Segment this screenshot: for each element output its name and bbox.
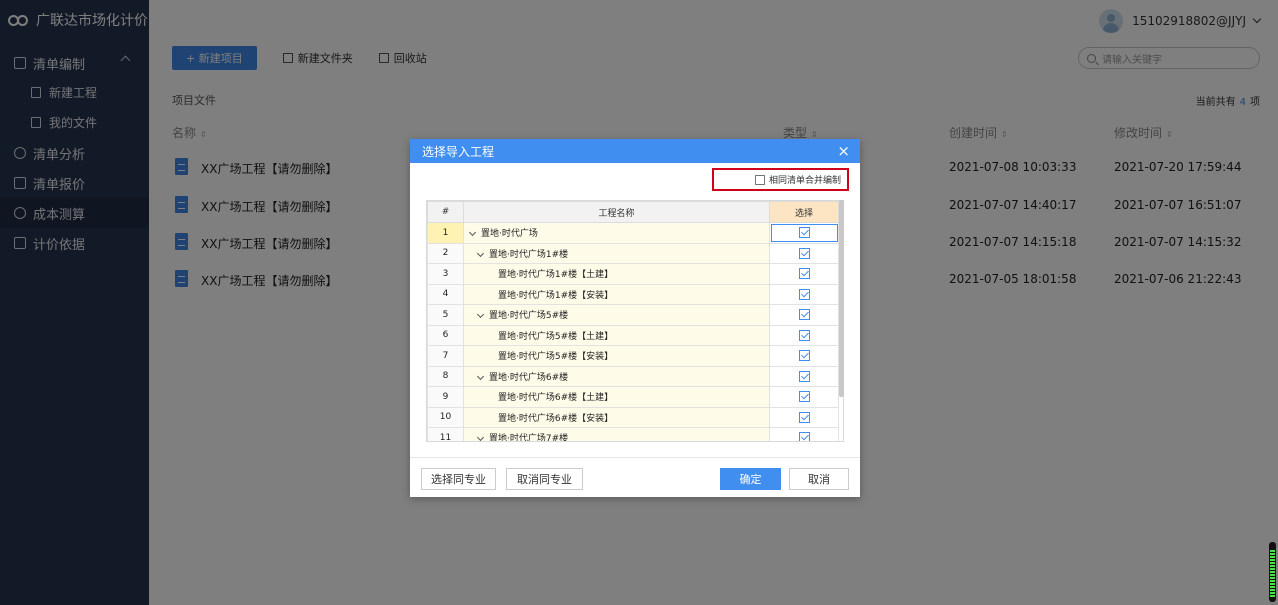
row-select-cell[interactable] [769, 283, 839, 305]
dialog-title: 选择导入工程 [422, 144, 495, 159]
merge-label: 相同清单合并编制 [768, 176, 841, 186]
row-number: 7 [427, 345, 464, 367]
row-number: 9 [427, 386, 464, 408]
merge-checkbox[interactable] [754, 174, 765, 185]
close-icon[interactable]: × [837, 142, 850, 160]
dialog-header: 选择导入工程 × [410, 139, 860, 163]
tree-row[interactable]: 11 置地·时代广场7#楼 [427, 427, 839, 442]
row-number: 4 [427, 283, 464, 305]
row-select-cell[interactable] [769, 345, 839, 367]
row-project-name[interactable]: 置地·时代广场 [463, 222, 770, 244]
checkbox-checked-icon[interactable] [798, 309, 810, 321]
project-name: 置地·时代广场6#楼【土建】 [498, 393, 614, 404]
column-header-project-name: 工程名称 [463, 201, 770, 223]
dialog-footer: 选择同专业 取消同专业 确定 取消 [410, 457, 860, 497]
chevron-down-icon[interactable] [476, 311, 485, 319]
row-number: 10 [427, 406, 464, 428]
chevron-down-icon[interactable] [468, 229, 477, 237]
project-name: 置地·时代广场1#楼【安装】 [498, 290, 614, 301]
chevron-down-icon[interactable] [476, 249, 485, 257]
tree-row[interactable]: 9 置地·时代广场6#楼【土建】 [427, 386, 839, 408]
checkbox-checked-icon[interactable] [798, 391, 810, 403]
tree-row[interactable]: 2 置地·时代广场1#楼 [427, 242, 839, 264]
row-number: 8 [427, 365, 464, 387]
checkbox-checked-icon[interactable] [798, 350, 810, 362]
merge-same-list-option[interactable]: 相同清单合并编制 [712, 168, 849, 191]
vertical-scrollbar[interactable] [839, 200, 844, 397]
checkbox-checked-icon[interactable] [798, 370, 810, 382]
row-project-name[interactable]: 置地·时代广场1#楼【土建】 [463, 263, 770, 285]
row-project-name[interactable]: 置地·时代广场6#楼【土建】 [463, 386, 770, 408]
checkbox-checked-icon[interactable] [798, 247, 810, 259]
checkbox-checked-icon[interactable] [798, 268, 810, 280]
row-number: 11 [427, 427, 464, 441]
cancel-same-discipline-button[interactable]: 取消同专业 [506, 468, 583, 490]
column-header-select[interactable]: 选择 [769, 201, 839, 223]
tree-row[interactable]: 6 置地·时代广场5#楼【土建】 [427, 324, 839, 346]
checkbox-checked-icon[interactable] [798, 329, 810, 341]
row-project-name[interactable]: 置地·时代广场6#楼【安装】 [463, 406, 770, 428]
row-number: 3 [427, 263, 464, 285]
row-select-cell[interactable] [769, 304, 839, 326]
row-project-name[interactable]: 置地·时代广场1#楼 [463, 242, 770, 264]
project-name: 置地·时代广场5#楼【安装】 [498, 352, 614, 363]
project-name: 置地·时代广场1#楼 [489, 249, 569, 260]
project-name: 置地·时代广场5#楼【土建】 [498, 331, 614, 342]
row-number: 6 [427, 324, 464, 346]
tree-row[interactable]: 1 置地·时代广场 [427, 222, 839, 244]
tree-row[interactable]: 10 置地·时代广场6#楼【安装】 [427, 406, 839, 428]
checkbox-checked-icon[interactable] [798, 227, 810, 239]
project-name: 置地·时代广场5#楼 [489, 311, 569, 322]
row-select-cell[interactable] [769, 406, 839, 428]
row-number: 2 [427, 242, 464, 264]
tree-row[interactable]: 5 置地·时代广场5#楼 [427, 304, 839, 326]
row-project-name[interactable]: 置地·时代广场5#楼【土建】 [463, 324, 770, 346]
project-tree-table: # 工程名称 选择 1 置地·时代广场 2 置地·时代广场1#楼 3 置地·时代广场1#楼… [426, 200, 844, 442]
project-name: 置地·时代广场1#楼【土建】 [498, 270, 614, 281]
project-name: 置地·时代广场7#楼 [489, 434, 569, 442]
checkbox-checked-icon[interactable] [798, 411, 810, 423]
import-project-dialog: 选择导入工程 × 相同清单合并编制 # 工程名称 选择 1 置地·时代广场 2 置地·… [410, 139, 860, 497]
chevron-down-icon[interactable] [476, 372, 485, 380]
chevron-down-icon[interactable] [476, 434, 485, 441]
checkbox-checked-icon[interactable] [798, 432, 810, 441]
row-select-cell[interactable] [769, 386, 839, 408]
row-number: 1 [427, 222, 464, 244]
project-name: 置地·时代广场6#楼 [489, 372, 569, 383]
tree-row[interactable]: 3 置地·时代广场1#楼【土建】 [427, 263, 839, 285]
select-same-discipline-button[interactable]: 选择同专业 [421, 468, 496, 490]
tree-row[interactable]: 8 置地·时代广场6#楼 [427, 365, 839, 387]
row-project-name[interactable]: 置地·时代广场7#楼 [463, 427, 770, 442]
row-number: 5 [427, 304, 464, 326]
confirm-button[interactable]: 确定 [720, 468, 781, 490]
row-select-cell[interactable] [769, 242, 839, 264]
cancel-button[interactable]: 取消 [789, 468, 849, 490]
row-select-cell[interactable] [769, 222, 839, 244]
row-select-cell[interactable] [769, 263, 839, 285]
row-select-cell[interactable] [769, 365, 839, 387]
row-project-name[interactable]: 置地·时代广场5#楼【安装】 [463, 345, 770, 367]
row-select-cell[interactable] [769, 427, 839, 441]
tree-row[interactable]: 7 置地·时代广场5#楼【安装】 [427, 345, 839, 367]
row-select-cell[interactable] [769, 324, 839, 346]
row-project-name[interactable]: 置地·时代广场1#楼【安装】 [463, 283, 770, 305]
project-name: 置地·时代广场6#楼【安装】 [498, 413, 614, 424]
checkbox-checked-icon[interactable] [798, 288, 810, 300]
project-name: 置地·时代广场 [481, 229, 538, 240]
column-header-number: # [427, 201, 464, 223]
row-project-name[interactable]: 置地·时代广场5#楼 [463, 304, 770, 326]
row-project-name[interactable]: 置地·时代广场6#楼 [463, 365, 770, 387]
volume-meter [1269, 542, 1276, 602]
tree-row[interactable]: 4 置地·时代广场1#楼【安装】 [427, 283, 839, 305]
